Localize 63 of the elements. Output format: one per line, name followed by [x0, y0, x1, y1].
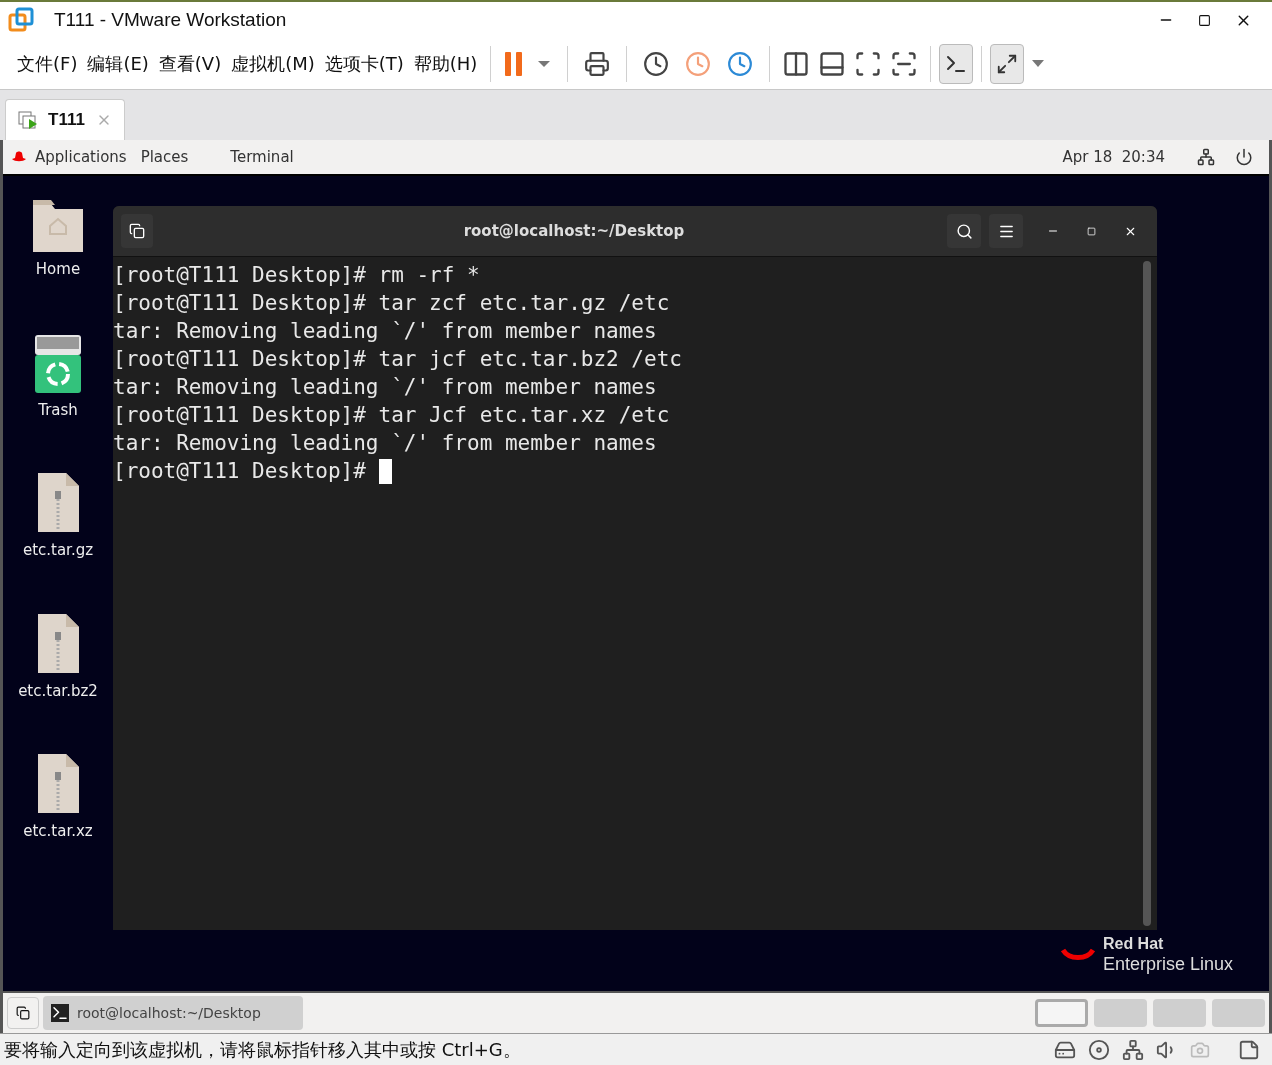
- workspace-thumbnail[interactable]: [1153, 999, 1206, 1027]
- desktop-icon-label[interactable]: Home: [35, 258, 81, 281]
- menu-item[interactable]: 文件(F): [17, 50, 78, 77]
- vm-tab[interactable]: T111: [5, 99, 125, 140]
- search-button[interactable]: [947, 214, 981, 248]
- cd-drive-icon[interactable]: [1088, 1038, 1110, 1061]
- maximize-icon[interactable]: [1198, 13, 1211, 27]
- clock[interactable]: Apr 18 20:34: [1062, 145, 1165, 169]
- power-icon[interactable]: [1235, 148, 1253, 166]
- show-desktop-button[interactable]: [7, 997, 39, 1029]
- terminal-line: tar: Removing leading `/' from member names: [113, 430, 657, 457]
- top-bar-menu[interactable]: Applications: [35, 145, 127, 169]
- terminal-icon: [51, 1004, 69, 1022]
- menu-item[interactable]: 选项卡(T): [324, 50, 404, 77]
- dropdown-caret-icon[interactable]: [537, 59, 552, 68]
- new-tab-button[interactable]: [121, 214, 153, 248]
- archive-file-icon: [35, 611, 81, 676]
- new-tab-icon: [129, 223, 145, 239]
- stretch-arrows-icon: [996, 52, 1019, 75]
- top-bar-menu[interactable]: Places: [140, 145, 189, 169]
- workspace-thumbnail[interactable]: [1035, 999, 1088, 1027]
- desktop-icon-label[interactable]: Trash: [38, 398, 78, 421]
- terminal-line: tar: Removing leading `/' from member names: [113, 374, 657, 401]
- desktop-icon-label[interactable]: etc.tar.gz: [22, 539, 94, 562]
- search-icon: [955, 222, 973, 240]
- terminal-line: [root@T111 Desktop]# tar zcf etc.tar.gz /etc: [113, 290, 670, 317]
- console-view-button[interactable]: [939, 43, 974, 84]
- archive-file-icon: [35, 471, 81, 535]
- menu-item[interactable]: 虚拟机(M): [231, 50, 315, 77]
- dropdown-caret-icon[interactable]: [1032, 60, 1045, 67]
- logo-text: Enterprise Linux: [1102, 954, 1233, 974]
- menu-button[interactable]: [989, 214, 1023, 248]
- terminal-line: [root@T111 Desktop]# tar jcf etc.tar.bz2 /etc: [113, 346, 682, 373]
- workspace-thumbnail[interactable]: [1212, 999, 1265, 1027]
- terminal-line: tar: Removing leading `/' from member names: [113, 318, 657, 345]
- top-bar-menu[interactable]: Terminal: [230, 145, 294, 169]
- thumbnail-bar-icon[interactable]: [818, 49, 847, 78]
- scrollbar[interactable]: [1143, 261, 1151, 926]
- taskbar-item[interactable]: root@localhost:~/Desktop: [43, 996, 303, 1030]
- terminal-line: [root@T111 Desktop]#: [113, 458, 367, 485]
- trash-icon: [33, 332, 83, 395]
- sidebar-icon[interactable]: [782, 49, 811, 78]
- terminal-line: [root@T111 Desktop]# tar Jcf etc.tar.xz /etc: [113, 402, 670, 429]
- desktop-icon-label[interactable]: etc.tar.xz: [23, 820, 93, 843]
- terminal-title: root@localhost:~/Desktop: [462, 220, 686, 242]
- window-title: T111 - VMware Workstation: [54, 7, 287, 32]
- stretch-view-button[interactable]: [990, 43, 1025, 84]
- desktop-icon-label[interactable]: etc.tar.bz2: [18, 679, 98, 702]
- network-adapter-icon[interactable]: [1122, 1038, 1144, 1061]
- menu-item[interactable]: 查看(V): [158, 50, 222, 77]
- hat-icon: [11, 151, 27, 163]
- windows-icon: [16, 1006, 30, 1020]
- archive-file-icon: [35, 752, 81, 816]
- fullscreen-icon[interactable]: [854, 49, 883, 78]
- snapshot-clock-icon[interactable]: [643, 50, 670, 77]
- menu-item[interactable]: 编辑(E): [87, 50, 149, 77]
- logo-text: Red Hat: [1102, 934, 1165, 954]
- status-message: 要将输入定向到该虚拟机，请将鼠标指针移入其中或按 Ctrl+G。: [4, 1038, 521, 1062]
- menu-item[interactable]: 帮助(H): [413, 50, 478, 77]
- workspace-thumbnail[interactable]: [1094, 999, 1147, 1027]
- app-logo-icon: [8, 7, 34, 33]
- terminal-line: [root@T111 Desktop]# rm -rf *: [113, 262, 480, 289]
- network-icon[interactable]: [1197, 148, 1215, 166]
